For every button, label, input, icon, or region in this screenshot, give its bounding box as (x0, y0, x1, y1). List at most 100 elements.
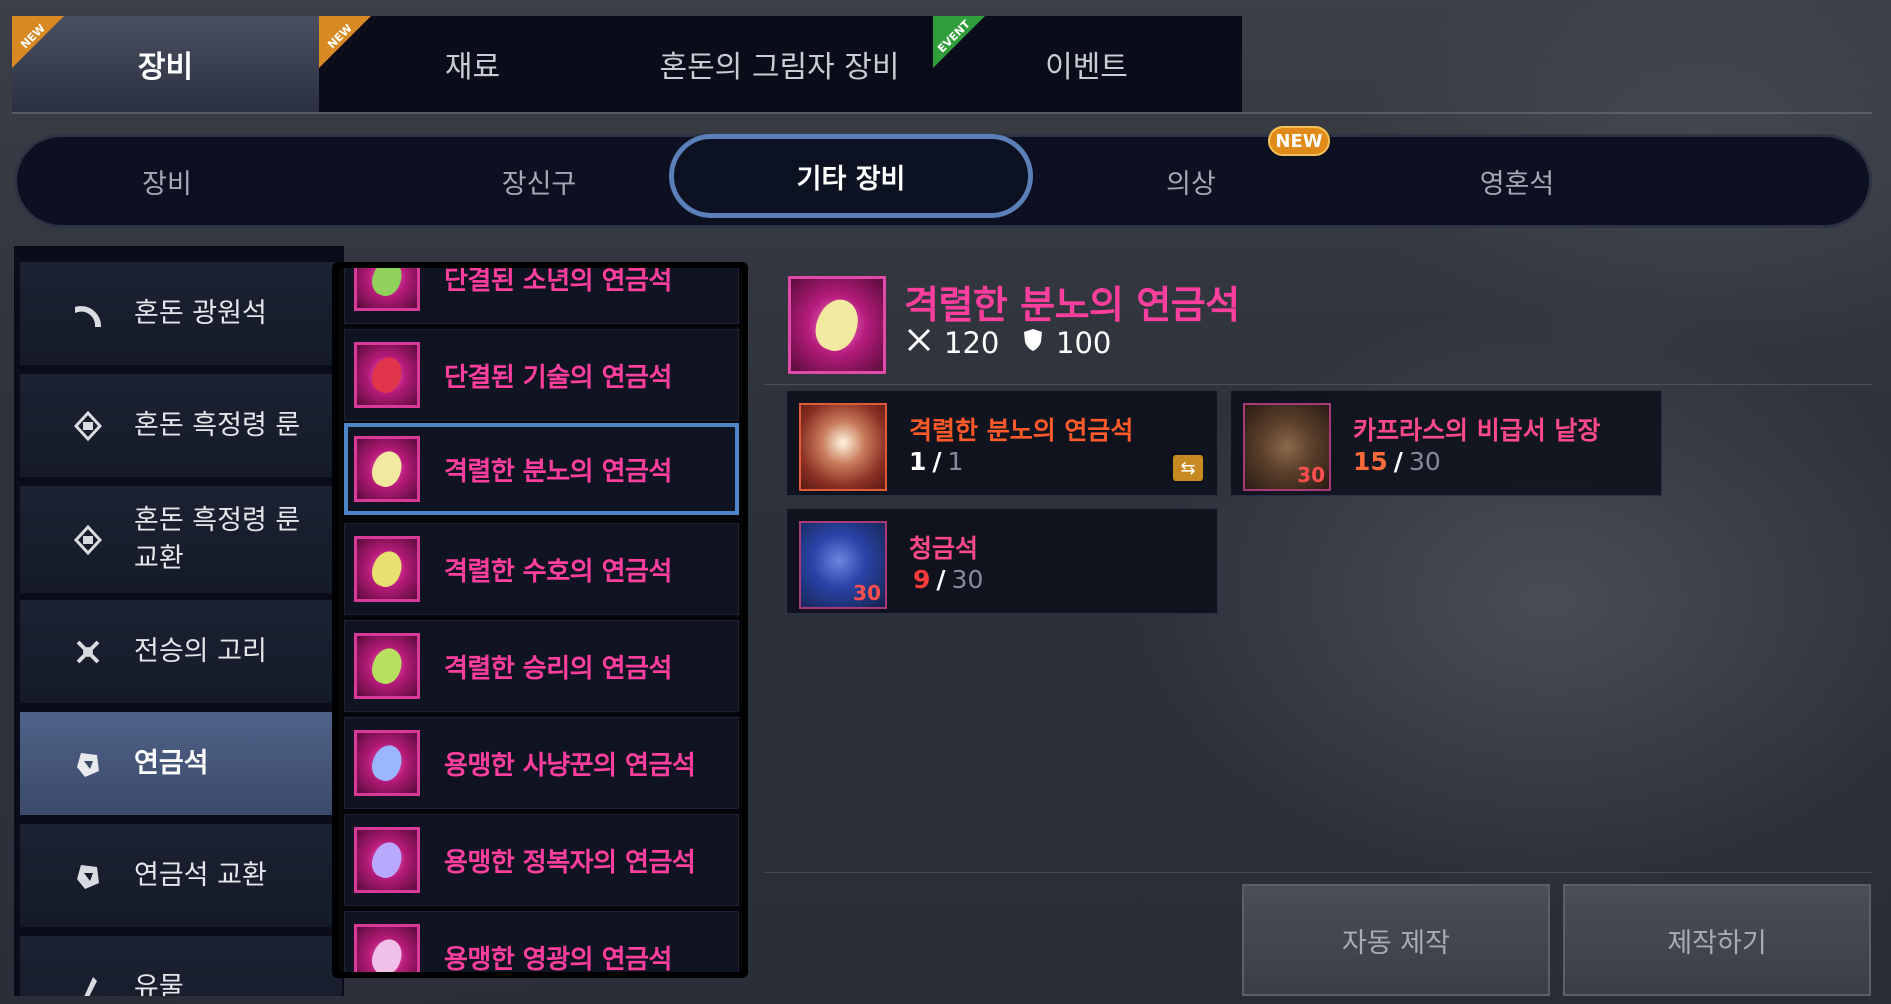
subtab-label: 장비 (142, 168, 192, 200)
ring-icon (68, 632, 108, 672)
alchemy-stone-icon (354, 730, 420, 796)
attack-value: 120 (944, 326, 1000, 360)
divider (764, 872, 1872, 873)
divider (764, 384, 1872, 385)
owned-count: 1 (909, 447, 927, 476)
new-badge: NEW (1268, 126, 1330, 156)
tab-label: 장비 (137, 50, 194, 85)
item-label: 단결된 소년의 연금석 (444, 265, 672, 296)
owned-count: 15 (1353, 447, 1388, 476)
item-label: 용맹한 영광의 연금석 (444, 944, 672, 975)
tab-event[interactable]: EVENT 이벤트 (933, 16, 1240, 112)
defense-stat: 100 (1022, 326, 1111, 360)
lapis-icon: 30 (799, 521, 887, 609)
item-row[interactable]: 격렬한 수호의 연금석 (344, 523, 739, 615)
category-label: 연금석 (134, 747, 209, 779)
subtab-accessories[interactable]: 장신구 (389, 137, 689, 225)
new-ribbon: NEW (319, 16, 371, 68)
tab-equipment[interactable]: NEW 장비 (12, 16, 319, 112)
alchemy-stone-icon (354, 436, 420, 502)
event-ribbon: EVENT (933, 16, 985, 68)
material-badge-count: 30 (1297, 463, 1325, 487)
item-label: 단결된 기술의 연금석 (444, 362, 672, 393)
subtab-label: 영혼석 (1479, 168, 1555, 200)
material-badge-count: 30 (853, 581, 881, 605)
exchange-icon[interactable]: ⇆ (1173, 455, 1203, 481)
material-slot[interactable]: 30 카프라스의 비급서 낱장 15/30 (1230, 390, 1662, 496)
alchemy-stone-icon (68, 744, 108, 784)
category-list[interactable]: 혼돈 광원석 혼돈 흑정령 룬 혼돈 흑정령 룬 교환 전승의 고리 연금석 연… (14, 246, 344, 996)
item-label: 용맹한 사냥꾼의 연금석 (444, 750, 696, 781)
alchemy-stone-icon (354, 268, 420, 311)
required-count: 1 (947, 447, 964, 476)
material-quantity: 9/30 (909, 565, 983, 594)
category-alchemy-stone-exchange[interactable]: 연금석 교환 (20, 824, 342, 928)
subtab-soulstone[interactable]: 영혼석 (1367, 137, 1667, 225)
alchemy-stone-icon (354, 924, 420, 972)
category-label: 혼돈 광원석 (134, 297, 267, 329)
required-count: 30 (951, 565, 984, 594)
category-label: 전승의 고리 (134, 635, 267, 667)
material-name: 격렬한 분노의 연금석 (909, 416, 1134, 445)
tab-chaos-shadow-equipment[interactable]: 혼돈의 그림자 장비 (626, 16, 933, 112)
category-label: 혼돈 흑정령 룬 교환 (134, 504, 301, 574)
subtab-label: 기타 장비 (796, 163, 906, 195)
relic-icon (68, 968, 108, 996)
category-chaos-rune-exchange[interactable]: 혼돈 흑정령 룬 교환 (20, 486, 342, 594)
item-row[interactable]: 단결된 소년의 연금석 (344, 265, 739, 324)
item-label: 격렬한 수호의 연금석 (444, 556, 672, 587)
category-alchemy-stone[interactable]: 연금석 (20, 712, 342, 816)
item-label: 격렬한 승리의 연금석 (444, 653, 672, 684)
alchemy-stone-icon (799, 403, 887, 491)
crescent-icon (68, 294, 108, 334)
craft-button[interactable]: 제작하기 (1563, 884, 1871, 996)
item-row[interactable]: 단결된 기술의 연금석 (344, 329, 739, 421)
shield-icon (1022, 327, 1044, 360)
alchemy-stone-icon (354, 536, 420, 602)
item-row[interactable]: 격렬한 승리의 연금석 (344, 620, 739, 712)
item-list[interactable]: 단결된 소년의 연금석 단결된 기술의 연금석 격렬한 분노의 연금석 격렬한 … (332, 262, 748, 978)
material-slot[interactable]: 30 청금석 9/30 (786, 508, 1218, 614)
tab-label: 혼돈의 그림자 장비 (659, 50, 900, 85)
category-chaos-lightstone[interactable]: 혼돈 광원석 (20, 262, 342, 366)
top-tab-bar: NEW 장비 NEW 재료 혼돈의 그림자 장비 EVENT 이벤트 (12, 16, 1242, 112)
tab-materials[interactable]: NEW 재료 (319, 16, 626, 112)
item-label: 격렬한 분노의 연금석 (444, 456, 672, 487)
alchemy-exchange-icon (68, 856, 108, 896)
material-name: 카프라스의 비급서 낱장 (1353, 416, 1601, 445)
defense-value: 100 (1056, 326, 1112, 360)
rune-icon (68, 406, 108, 446)
item-row-selected[interactable]: 격렬한 분노의 연금석 (344, 423, 739, 515)
category-relic[interactable]: 유물 (20, 936, 342, 996)
auto-craft-button[interactable]: 자동 제작 (1242, 884, 1550, 996)
category-label: 연금석 교환 (134, 859, 267, 891)
separator: / (936, 565, 946, 594)
tab-label: 재료 (444, 50, 501, 85)
subtab-other-equipment[interactable]: 기타 장비 (669, 134, 1033, 218)
separator: / (1393, 447, 1403, 476)
item-row[interactable]: 용맹한 영광의 연금석 (344, 911, 739, 975)
selected-item-icon (788, 276, 886, 374)
attack-stat: 120 (906, 326, 999, 360)
item-row[interactable]: 용맹한 사냥꾼의 연금석 (344, 717, 739, 809)
tab-label: 이벤트 (1045, 50, 1128, 85)
alchemy-stone-icon (354, 633, 420, 699)
scroll-page-icon: 30 (1243, 403, 1331, 491)
sub-tab-bar: 장비 장신구 기타 장비 의상 영혼석 (14, 134, 1872, 228)
subtab-label: 의상 (1166, 168, 1216, 200)
material-quantity: 1/1 (909, 447, 963, 476)
alchemy-stone-icon (354, 342, 420, 408)
subtab-label: 장신구 (501, 168, 577, 200)
category-heritage-ring[interactable]: 전승의 고리 (20, 600, 342, 704)
new-ribbon: NEW (12, 16, 64, 68)
material-slot[interactable]: 격렬한 분노의 연금석 1/1 ⇆ (786, 390, 1218, 496)
item-title: 격렬한 분노의 연금석 (904, 283, 1240, 327)
category-label: 혼돈 흑정령 룬 (134, 409, 301, 441)
subtab-equipment[interactable]: 장비 (17, 137, 317, 225)
category-label: 유물 (134, 971, 184, 997)
category-chaos-dark-spirit-rune[interactable]: 혼돈 흑정령 룬 (20, 374, 342, 478)
item-row[interactable]: 용맹한 정복자의 연금석 (344, 814, 739, 906)
divider (12, 112, 1872, 114)
owned-count: 9 (913, 565, 931, 594)
crossed-swords-icon (906, 327, 932, 360)
